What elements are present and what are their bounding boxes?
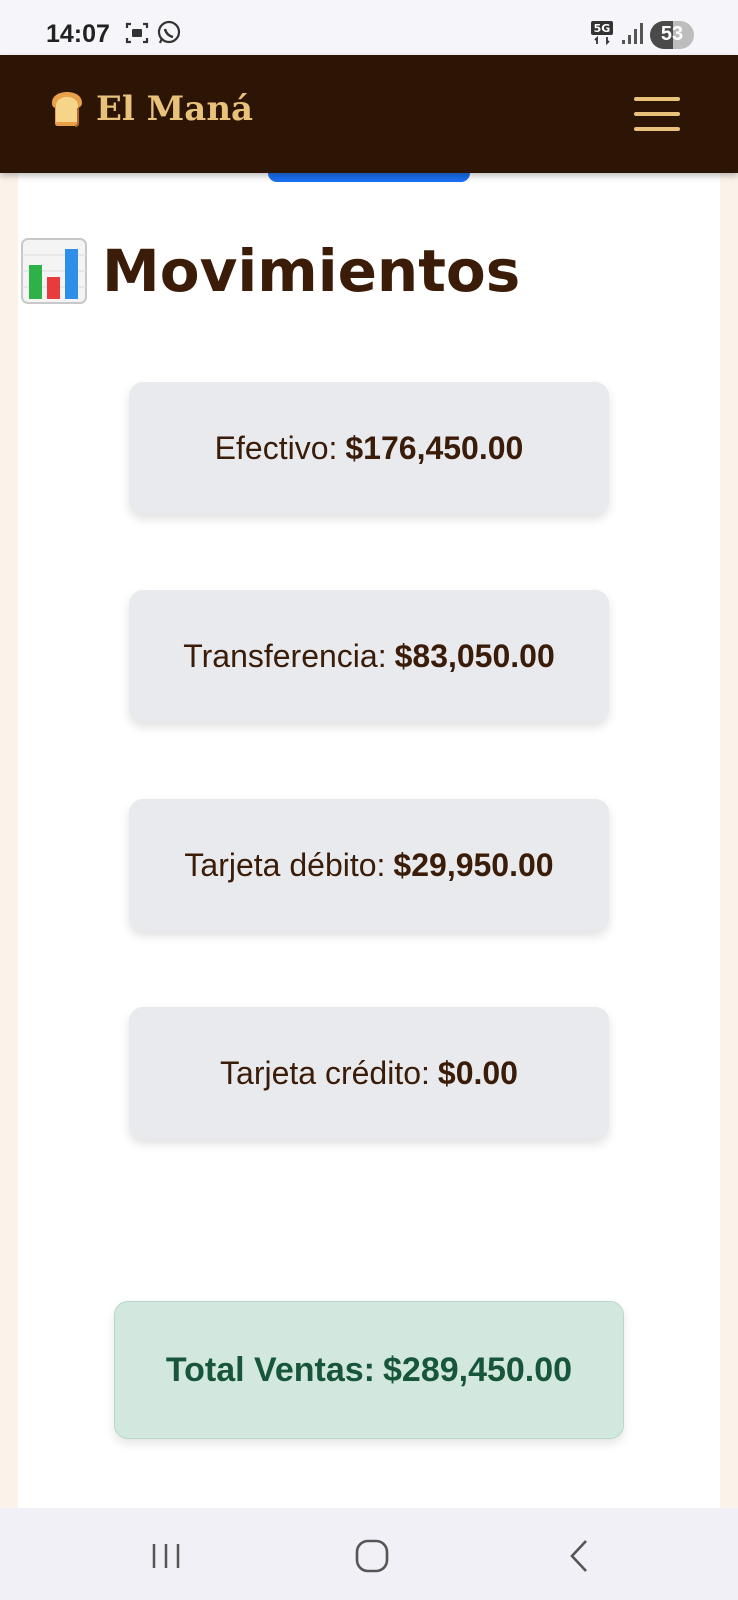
total-label: Total Ventas: bbox=[165, 1350, 375, 1389]
svg-text:5G: 5G bbox=[594, 22, 611, 35]
battery-icon: 53 bbox=[650, 21, 694, 49]
movement-card-efectivo: Efectivo: $176,450.00 bbox=[129, 382, 609, 514]
movement-amount: $29,950.00 bbox=[393, 846, 554, 883]
app-navbar: El Maná bbox=[0, 55, 738, 173]
movement-label: Transferencia: bbox=[183, 637, 387, 674]
recent-apps-icon[interactable] bbox=[146, 1538, 186, 1574]
partial-top-button[interactable] bbox=[268, 173, 470, 182]
5g-icon: 5G bbox=[590, 20, 614, 46]
brand-name: El Maná bbox=[96, 89, 254, 129]
page-title-text: Movimientos bbox=[102, 237, 521, 305]
movement-amount: $83,050.00 bbox=[394, 637, 555, 674]
whatsapp-icon bbox=[156, 20, 182, 46]
page-title: Movimientos bbox=[20, 237, 520, 305]
main-content: Movimientos Efectivo: $176,450.00 Transfe… bbox=[18, 173, 720, 1508]
movement-amount: $176,450.00 bbox=[345, 429, 524, 466]
movement-label: Efectivo: bbox=[214, 429, 338, 466]
brand-logo[interactable]: El Maná bbox=[46, 89, 253, 129]
hamburger-menu-icon[interactable] bbox=[634, 97, 680, 133]
battery-level: 53 bbox=[660, 23, 684, 45]
total-sales-card: Total Ventas: $289,450.00 bbox=[114, 1301, 624, 1439]
movement-label: Tarjeta débito: bbox=[184, 846, 386, 883]
system-nav-bar bbox=[0, 1508, 738, 1600]
movement-amount: $0.00 bbox=[437, 1054, 518, 1091]
total-amount: $289,450.00 bbox=[383, 1350, 573, 1389]
movement-card-tarjeta-debito: Tarjeta débito: $29,950.00 bbox=[129, 799, 609, 931]
status-bar: 14:07 5G 53 bbox=[0, 0, 738, 55]
movement-card-tarjeta-credito: Tarjeta crédito: $0.00 bbox=[129, 1007, 609, 1139]
movement-label: Tarjeta crédito: bbox=[220, 1054, 430, 1091]
movement-card-transferencia: Transferencia: $83,050.00 bbox=[129, 590, 609, 722]
back-icon[interactable] bbox=[560, 1538, 600, 1574]
bread-icon bbox=[52, 92, 82, 127]
screenshot-icon bbox=[124, 20, 150, 46]
bar-chart-icon bbox=[21, 238, 87, 304]
status-time: 14:07 bbox=[46, 20, 110, 48]
signal-icon bbox=[620, 20, 644, 46]
home-icon[interactable] bbox=[352, 1538, 392, 1574]
